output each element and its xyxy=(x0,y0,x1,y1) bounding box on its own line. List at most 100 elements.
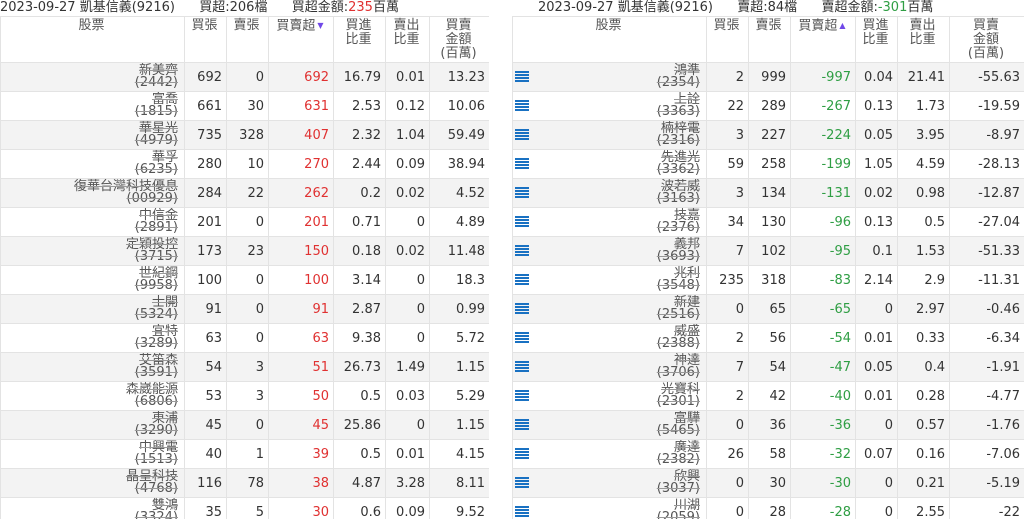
stock-cell[interactable]: 雙鴻 (3324) xyxy=(0,497,185,519)
col-amount-header[interactable]: 買賣 金額 (百萬) xyxy=(949,16,1024,63)
stock-cell[interactable]: 楠梓電 (2316) xyxy=(512,120,707,150)
stock-cell[interactable]: 東浦 (3290) xyxy=(0,410,185,440)
table-row[interactable]: 東浦 (3290) 45 0 45 25.86 0 1.15 xyxy=(0,410,489,440)
table-row[interactable]: 中信金 (2891) 201 0 201 0.71 0 4.89 xyxy=(0,207,489,237)
table-row[interactable]: 義邦 (3693) 7 102 -95 0.1 1.53 -51.33 xyxy=(512,236,1024,266)
list-icon[interactable] xyxy=(515,245,529,256)
col-sell-ratio-header[interactable]: 賣出 比重 xyxy=(385,16,430,63)
list-icon[interactable] xyxy=(515,274,529,285)
table-row[interactable]: 華孚 (6235) 280 10 270 2.44 0.09 38.94 xyxy=(0,149,489,179)
table-row[interactable]: 川湖 (2059) 0 28 -28 0 2.55 -22 xyxy=(512,497,1024,519)
list-icon[interactable] xyxy=(515,448,529,459)
table-row[interactable]: 中興電 (1513) 40 1 39 0.5 0.01 4.15 xyxy=(0,439,489,469)
table-row[interactable]: 光寶科 (2301) 2 42 -40 0.01 0.28 -4.77 xyxy=(512,381,1024,411)
stock-cell[interactable]: 新建 (2516) xyxy=(512,294,707,324)
col-buy-header[interactable]: 買張 xyxy=(184,16,227,63)
stock-cell[interactable]: 宜特 (3289) xyxy=(0,323,185,353)
stock-cell[interactable]: 川湖 (2059) xyxy=(512,497,707,519)
table-row[interactable]: 楠梓電 (2316) 3 227 -224 0.05 3.95 -8.97 xyxy=(512,120,1024,150)
table-row[interactable]: 上詮 (3363) 22 289 -267 0.13 1.73 -19.59 xyxy=(512,91,1024,121)
buy-cell: 3 xyxy=(706,178,749,208)
table-row[interactable]: 鴻準 (2354) 2 999 -997 0.04 21.41 -55.63 xyxy=(512,62,1024,92)
list-icon[interactable] xyxy=(515,158,529,169)
sell-ratio-cell: 0 xyxy=(385,294,430,324)
table-row[interactable]: 新建 (2516) 0 65 -65 0 2.97 -0.46 xyxy=(512,294,1024,324)
table-row[interactable]: 富驊 (5465) 0 36 -36 0 0.57 -1.76 xyxy=(512,410,1024,440)
col-stock-header[interactable]: 股票 xyxy=(0,16,185,63)
stock-cell[interactable]: 士開 (5324) xyxy=(0,294,185,324)
table-row[interactable]: 技嘉 (2376) 34 130 -96 0.13 0.5 -27.04 xyxy=(512,207,1024,237)
stock-cell[interactable]: 新美齊 (2442) xyxy=(0,62,185,92)
list-icon[interactable] xyxy=(515,361,529,372)
stock-cell[interactable]: 華孚 (6235) xyxy=(0,149,185,179)
col-amount-header[interactable]: 買賣 金額 (百萬) xyxy=(429,16,489,63)
stock-cell[interactable]: 中信金 (2891) xyxy=(0,207,185,237)
stock-code: (3290) xyxy=(134,423,178,438)
col-sell-ratio-header[interactable]: 賣出 比重 xyxy=(897,16,950,63)
table-row[interactable]: 新美齊 (2442) 692 0 692 16.79 0.01 13.23 xyxy=(0,62,489,92)
stock-cell[interactable]: 艾笛森 (3591) xyxy=(0,352,185,382)
col-sell-header[interactable]: 賣張 xyxy=(748,16,791,63)
col-sell-header[interactable]: 賣張 xyxy=(226,16,269,63)
stock-cell[interactable]: 富驊 (5465) xyxy=(512,410,707,440)
col-buy-ratio-header[interactable]: 買進 比重 xyxy=(333,16,386,63)
stock-cell[interactable]: 廣達 (2382) xyxy=(512,439,707,469)
table-row[interactable]: 富喬 (1815) 661 30 631 2.53 0.12 10.06 xyxy=(0,91,489,121)
stock-cell[interactable]: 先進光 (3362) xyxy=(512,149,707,179)
table-row[interactable]: 欣興 (3037) 0 30 -30 0 0.21 -5.19 xyxy=(512,468,1024,498)
col-buy-ratio-header[interactable]: 買進 比重 xyxy=(855,16,898,63)
col-net-header[interactable]: 買賣超 ▼ xyxy=(268,16,334,63)
table-row[interactable]: 晶呈科技 (4768) 116 78 38 4.87 3.28 8.11 xyxy=(0,468,489,498)
col-net-header[interactable]: 買賣超 ▲ xyxy=(790,16,856,63)
stock-cell[interactable]: 上詮 (3363) xyxy=(512,91,707,121)
stock-cell[interactable]: 威盛 (2388) xyxy=(512,323,707,353)
table-row[interactable]: 艾笛森 (3591) 54 3 51 26.73 1.49 1.15 xyxy=(0,352,489,382)
table-row[interactable]: 神達 (3706) 7 54 -47 0.05 0.4 -1.91 xyxy=(512,352,1024,382)
list-icon[interactable] xyxy=(515,216,529,227)
stock-cell[interactable]: 復華台灣科技優息 (00929) xyxy=(0,178,185,208)
stock-cell[interactable]: 定穎投控 (3715) xyxy=(0,236,185,266)
table-row[interactable]: 雙鴻 (3324) 35 5 30 0.6 0.09 9.52 xyxy=(0,497,489,519)
table-row[interactable]: 兆利 (3548) 235 318 -83 2.14 2.9 -11.31 xyxy=(512,265,1024,295)
stock-cell[interactable]: 欣興 (3037) xyxy=(512,468,707,498)
table-row[interactable]: 先進光 (3362) 59 258 -199 1.05 4.59 -28.13 xyxy=(512,149,1024,179)
list-icon[interactable] xyxy=(515,332,529,343)
stock-cell[interactable]: 光寶科 (2301) xyxy=(512,381,707,411)
stock-cell[interactable]: 晶呈科技 (4768) xyxy=(0,468,185,498)
table-row[interactable]: 士開 (5324) 91 0 91 2.87 0 0.99 xyxy=(0,294,489,324)
col-buy-header[interactable]: 買張 xyxy=(706,16,749,63)
list-icon[interactable] xyxy=(515,506,529,517)
list-icon[interactable] xyxy=(515,100,529,111)
stock-cell[interactable]: 技嘉 (2376) xyxy=(512,207,707,237)
stock-cell[interactable]: 鴻準 (2354) xyxy=(512,62,707,92)
stock-cell[interactable]: 中興電 (1513) xyxy=(0,439,185,469)
col-stock-header[interactable]: 股票 xyxy=(512,16,707,63)
stock-cell[interactable]: 神達 (3706) xyxy=(512,352,707,382)
sell-ratio-cell: 0.98 xyxy=(897,178,950,208)
table-row[interactable]: 波若威 (3163) 3 134 -131 0.02 0.98 -12.87 xyxy=(512,178,1024,208)
stock-cell[interactable]: 世紀鋼 (9958) xyxy=(0,265,185,295)
list-icon[interactable] xyxy=(515,390,529,401)
table-row[interactable]: 定穎投控 (3715) 173 23 150 0.18 0.02 11.48 xyxy=(0,236,489,266)
table-row[interactable]: 華星光 (4979) 735 328 407 2.32 1.04 59.49 xyxy=(0,120,489,150)
list-icon[interactable] xyxy=(515,477,529,488)
stock-cell[interactable]: 義邦 (3693) xyxy=(512,236,707,266)
sell-ratio-cell: 1.73 xyxy=(897,91,950,121)
list-icon[interactable] xyxy=(515,129,529,140)
list-icon[interactable] xyxy=(515,71,529,82)
stock-cell[interactable]: 華星光 (4979) xyxy=(0,120,185,150)
stock-cell[interactable]: 兆利 (3548) xyxy=(512,265,707,295)
stock-cell[interactable]: 富喬 (1815) xyxy=(0,91,185,121)
table-row[interactable]: 威盛 (2388) 2 56 -54 0.01 0.33 -6.34 xyxy=(512,323,1024,353)
table-row[interactable]: 復華台灣科技優息 (00929) 284 22 262 0.2 0.02 4.52 xyxy=(0,178,489,208)
list-icon[interactable] xyxy=(515,303,529,314)
sell-ratio-cell: 0.57 xyxy=(897,410,950,440)
table-row[interactable]: 世紀鋼 (9958) 100 0 100 3.14 0 18.3 xyxy=(0,265,489,295)
stock-cell[interactable]: 森崴能源 (6806) xyxy=(0,381,185,411)
list-icon[interactable] xyxy=(515,419,529,430)
table-row[interactable]: 宜特 (3289) 63 0 63 9.38 0 5.72 xyxy=(0,323,489,353)
stock-cell[interactable]: 波若威 (3163) xyxy=(512,178,707,208)
table-row[interactable]: 森崴能源 (6806) 53 3 50 0.5 0.03 5.29 xyxy=(0,381,489,411)
list-icon[interactable] xyxy=(515,187,529,198)
table-row[interactable]: 廣達 (2382) 26 58 -32 0.07 0.16 -7.06 xyxy=(512,439,1024,469)
